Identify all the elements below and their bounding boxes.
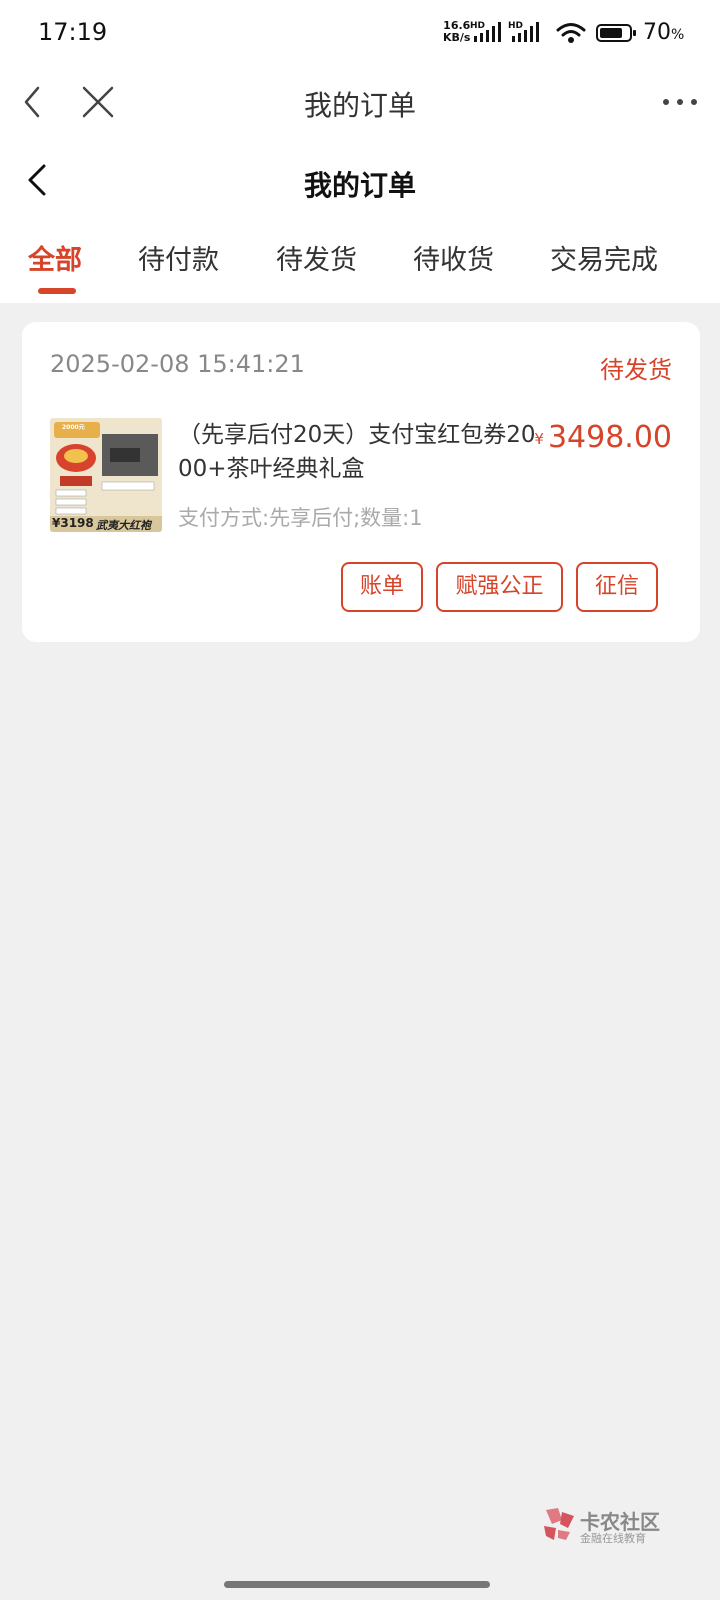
svg-text:HD: HD [508,21,523,31]
product-thumbnail[interactable]: 2000元 ¥3198 武夷大红袍 [50,418,162,532]
network-speed: 16.6 KB/s [443,20,470,44]
notarization-button[interactable]: 赋强公正 [436,562,563,612]
currency-symbol: ¥ [534,430,544,448]
network-speed-unit: KB/s [443,31,471,44]
tab-all[interactable]: 全部 [28,238,82,277]
order-card[interactable]: 2025-02-08 15:41:21 待发货 2000元 ¥3198 武夷大红… [22,322,700,642]
watermark-subtitle: 金融在线教育 [580,1532,646,1545]
page-title: 我的订单 [303,169,416,202]
status-time: 17:19 [38,18,108,46]
svg-text:HD: HD [470,21,485,31]
watermark-logo-icon [544,1508,574,1540]
order-date: 2025-02-08 15:41:21 [50,350,305,378]
tab-completed[interactable]: 交易完成 [550,238,658,277]
thumbnail-price: ¥3198 [52,516,94,530]
order-tabs: 全部 待付款 待发货 待收货 交易完成 [0,232,720,302]
order-meta: 支付方式:先享后付;数量:1 [178,506,423,530]
battery-percent: 70% [643,20,685,45]
hd-signal-icon: HD [470,21,501,42]
order-status: 待发货 [600,356,672,384]
status-bar: 17:19 16.6 KB/s HD HD 70% [0,0,720,66]
active-tab-indicator [38,288,76,294]
hd-signal-icon: HD [508,21,539,42]
bill-button[interactable]: 账单 [341,562,423,612]
tab-pending-payment[interactable]: 待付款 [138,238,219,277]
browser-title: 我的订单 [303,89,416,122]
page-header: 我的订单 [0,146,720,218]
more-icon[interactable] [656,82,704,122]
credit-report-button[interactable]: 征信 [576,562,658,612]
home-indicator[interactable] [224,1581,490,1588]
order-price: ¥3498.00 [534,420,672,455]
browser-bar: 我的订单 [0,66,720,138]
watermark: 卡农社区 金融在线教育 [542,1506,702,1546]
tab-pending-shipment[interactable]: 待发货 [276,238,357,277]
price-value: 3498.00 [547,420,672,455]
tab-pending-receipt[interactable]: 待收货 [413,238,494,277]
thumbnail-title: 武夷大红袍 [96,519,151,532]
wifi-icon [556,23,586,43]
product-name[interactable]: （先享后付20天）支付宝红包券2000+茶叶经典礼盒 [178,418,546,486]
battery-icon [596,24,636,42]
thumbnail-badge: 2000元 [62,424,85,431]
